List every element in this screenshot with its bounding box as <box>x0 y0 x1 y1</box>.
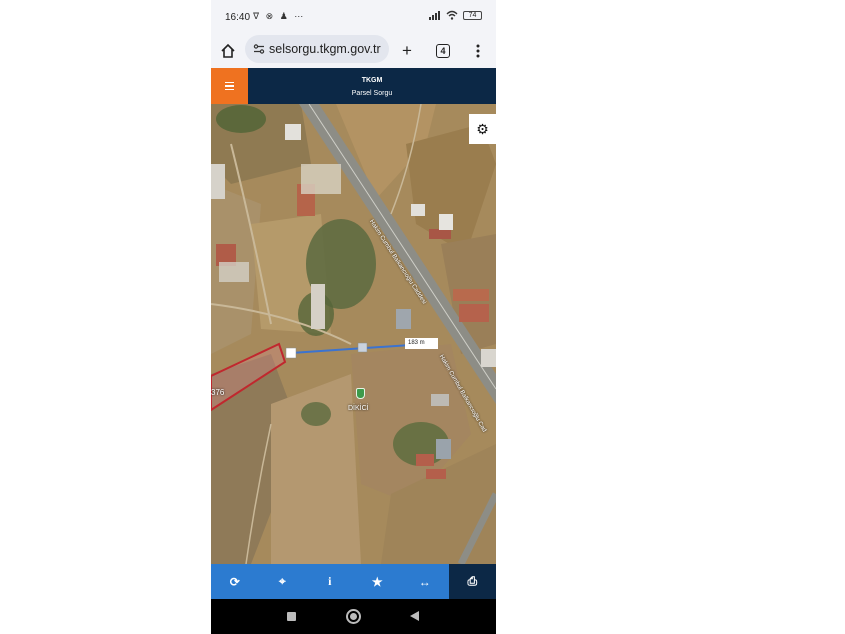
star-icon: ★ <box>371 574 383 589</box>
place-marker-icon[interactable] <box>356 388 365 399</box>
home-button[interactable] <box>215 38 241 64</box>
status-indicators: 74 <box>429 10 482 20</box>
refresh-button[interactable]: ⟳ <box>211 564 259 599</box>
gear-icon: ⚙ <box>476 120 489 137</box>
info-button[interactable]: i <box>306 564 354 599</box>
tabs-icon: 4 <box>436 44 450 58</box>
menu-button[interactable] <box>211 68 248 104</box>
hamburger-icon <box>225 81 234 84</box>
parcel-number-label: 376 <box>211 388 225 397</box>
print-button[interactable]: ⎙ <box>448 564 496 599</box>
info-icon: i <box>328 574 332 588</box>
map-settings-button[interactable]: ⚙ <box>469 114 496 144</box>
new-tab-button[interactable]: + <box>394 38 420 64</box>
place-label: DİKİCİ <box>348 405 369 412</box>
notification-icons: ᐁ ⊗ ♟ ⋯ <box>253 11 306 21</box>
battery-icon: 74 <box>463 10 482 20</box>
home-circle-icon <box>350 613 357 620</box>
refresh-icon: ⟳ <box>229 574 240 589</box>
map-view[interactable]: ⚙ 183 m 376 DİKİCİ Hakim Cumbul Balkancı… <box>211 104 496 564</box>
app-subtitle: Parsel Sorgu <box>351 90 393 97</box>
system-navigation-bar <box>211 599 496 634</box>
home-icon <box>221 43 235 58</box>
plus-icon: + <box>402 41 412 60</box>
browser-toolbar: selsorgu.tkgm.gov.tr + 4 <box>211 34 496 68</box>
app-title: TKGM <box>361 77 383 84</box>
more-options-button[interactable] <box>465 38 491 64</box>
back-button[interactable] <box>410 611 419 621</box>
app-header: TKGM Parsel Sorgu <box>211 68 496 104</box>
url-text[interactable]: selsorgu.tkgm.gov.tr <box>269 42 381 56</box>
satellite-imagery <box>211 104 496 564</box>
more-vertical-icon <box>476 44 480 58</box>
recents-button[interactable] <box>287 612 296 621</box>
measure-button[interactable]: ↔ <box>401 564 449 599</box>
measure-icon: ↔ <box>418 574 431 589</box>
measure-distance-label: 183 m <box>405 338 438 349</box>
cellular-signal-icon <box>429 10 441 20</box>
tabs-button[interactable]: 4 <box>430 38 456 64</box>
crosshair-icon: ⌖ <box>278 574 286 588</box>
print-icon: ⎙ <box>467 574 478 588</box>
map-toolbar: ⟳ ⌖ i ★ ↔ ⎙ <box>211 564 496 599</box>
status-time: 16:40 <box>225 12 251 23</box>
home-nav-button[interactable] <box>346 609 361 624</box>
address-bar[interactable]: selsorgu.tkgm.gov.tr <box>245 35 389 63</box>
phone-screen: 16:40 ᐁ ⊗ ♟ ⋯ 74 selsorgu.tkgm.gov.tr + … <box>211 0 496 634</box>
favorite-button[interactable]: ★ <box>354 564 402 599</box>
site-settings-icon[interactable] <box>253 43 265 55</box>
wifi-icon <box>446 10 458 20</box>
locate-button[interactable]: ⌖ <box>259 564 307 599</box>
status-bar: 16:40 ᐁ ⊗ ♟ ⋯ 74 <box>211 0 496 34</box>
